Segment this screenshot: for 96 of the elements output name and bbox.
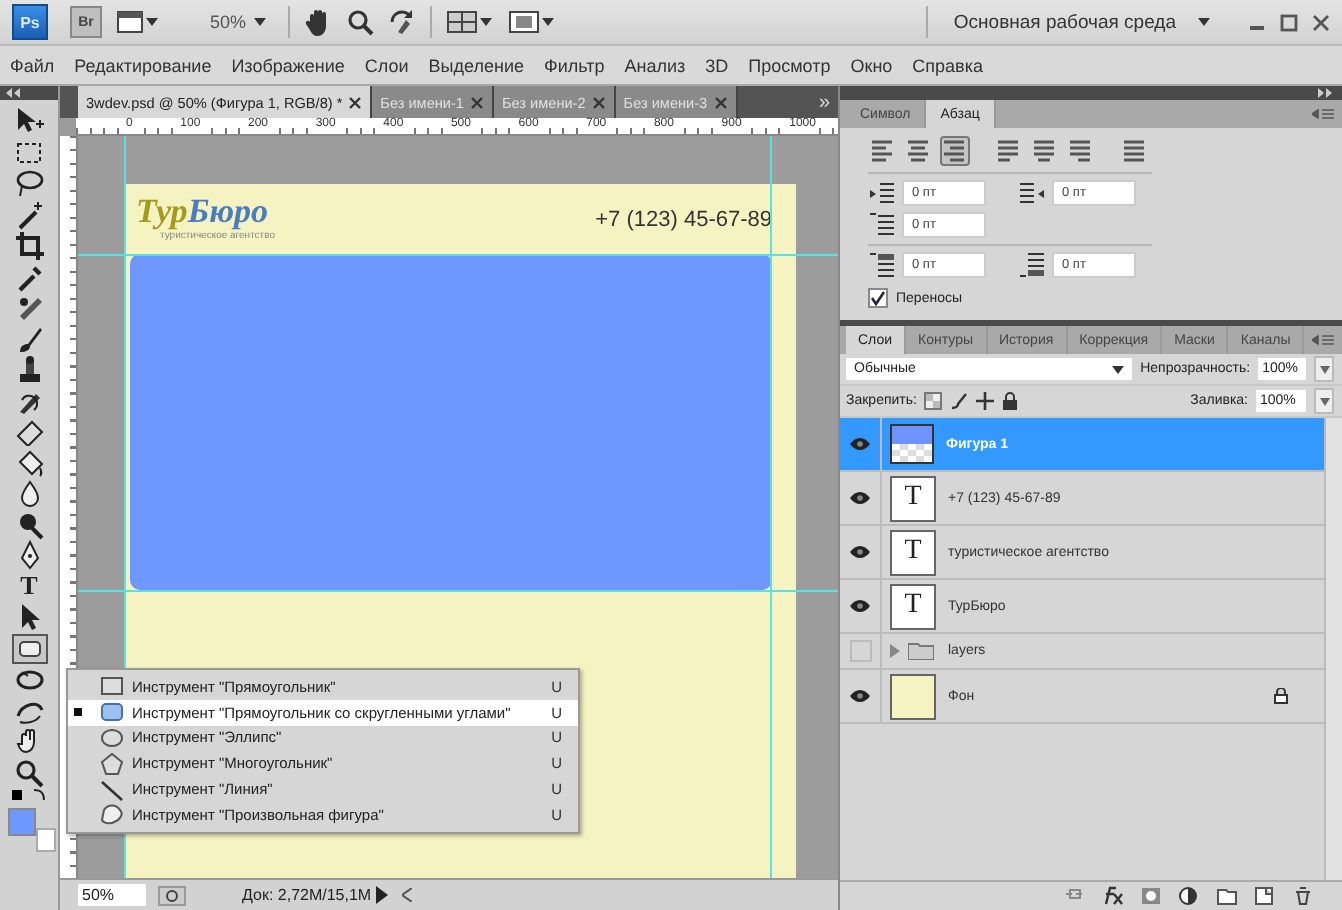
search-icon[interactable] — [346, 8, 375, 36]
new-group-icon[interactable] — [1216, 886, 1238, 906]
lock-icon[interactable] — [1002, 392, 1019, 410]
phone-number: +7 (123) 45-67-89 — [595, 208, 772, 232]
trash-icon[interactable] — [1292, 886, 1314, 906]
eye-icon[interactable] — [850, 546, 870, 558]
eraser-tool-icon[interactable] — [13, 416, 45, 447]
align-button[interactable] — [1118, 136, 1149, 166]
align-button[interactable] — [1064, 136, 1095, 166]
panel-menu-icon[interactable] — [1312, 107, 1334, 121]
new-layer-icon[interactable] — [1254, 886, 1276, 906]
lasso-tool-icon[interactable] — [13, 168, 45, 199]
arrange-icon[interactable] — [446, 10, 495, 34]
close-icon[interactable] — [591, 95, 606, 109]
opacity-slider-button[interactable] — [1314, 356, 1334, 382]
menu-item[interactable]: Просмотр — [748, 55, 831, 75]
shape-thumbnail — [890, 424, 934, 464]
custom-shape-icon — [100, 802, 124, 827]
space-after-icon — [1018, 252, 1046, 278]
fx-icon[interactable] — [1102, 886, 1124, 906]
maximize-icon[interactable] — [1280, 13, 1298, 31]
caret-icon — [1198, 18, 1210, 26]
app-logo[interactable]: Ps — [12, 4, 48, 40]
screen-mode-icon[interactable] — [508, 10, 557, 34]
preview-icon[interactable] — [158, 885, 186, 905]
tabs-overflow-button[interactable]: » — [810, 86, 838, 118]
crop-tool-icon[interactable] — [13, 230, 45, 261]
lock-move-icon[interactable] — [976, 392, 995, 410]
space-before-icon — [868, 252, 896, 278]
background-thumbnail — [890, 673, 936, 719]
menu-item[interactable]: Файл — [10, 55, 55, 75]
indent-left-icon — [868, 180, 896, 206]
rect-shape-icon — [100, 674, 124, 699]
ellipse-shape-icon — [100, 725, 124, 750]
bullet-icon — [74, 708, 82, 717]
scrollbar[interactable] — [1324, 418, 1342, 880]
caret-icon — [1319, 397, 1329, 405]
visibility-toggle[interactable] — [849, 640, 871, 662]
play-icon[interactable] — [374, 886, 390, 904]
type-tool[interactable]: T — [20, 572, 38, 601]
eye-icon[interactable] — [850, 600, 870, 612]
text-layer-thumbnail: T — [890, 529, 936, 575]
caret-icon — [1112, 365, 1125, 373]
marquee-tool-icon[interactable] — [13, 137, 45, 168]
eyedropper-icon[interactable] — [13, 261, 45, 292]
move-tool-icon[interactable] — [13, 106, 45, 137]
menu-item[interactable]: Слои — [364, 55, 409, 75]
close-icon[interactable] — [1312, 13, 1330, 31]
lock-brush-icon[interactable] — [950, 392, 969, 410]
zoom-dropdown[interactable]: 50% — [210, 12, 247, 32]
close-icon[interactable] — [469, 95, 484, 109]
eye-icon[interactable] — [850, 438, 870, 450]
swap-colors-icon[interactable] — [9, 788, 49, 804]
zoom-tool-icon[interactable] — [13, 757, 45, 788]
folder-icon — [908, 642, 934, 660]
workspace-dropdown[interactable]: Основная рабочая среда — [953, 11, 1176, 33]
caret-icon — [1319, 365, 1330, 373]
align-button[interactable] — [1029, 136, 1059, 166]
indent-right-icon — [1018, 180, 1046, 206]
rounded-shape-icon — [100, 700, 124, 725]
foreground-color-swatch[interactable] — [7, 808, 35, 836]
menu-item[interactable]: 3D — [705, 55, 729, 75]
align-button[interactable] — [993, 136, 1023, 166]
caret-icon — [254, 18, 267, 26]
eye-icon[interactable] — [850, 690, 870, 702]
lock-transparency-icon[interactable] — [924, 392, 943, 410]
menu-item[interactable]: Справка — [912, 55, 983, 75]
magic-wand-icon[interactable] — [13, 199, 45, 230]
panel-menu-icon[interactable] — [1312, 333, 1334, 347]
menu-item[interactable]: Окно — [850, 55, 893, 75]
mask-icon[interactable] — [1140, 886, 1162, 906]
menu-item[interactable]: Выделение — [428, 55, 524, 75]
menu-item[interactable]: Фильтр — [544, 55, 605, 75]
close-icon[interactable] — [713, 95, 728, 109]
screen-layout-icon[interactable] — [116, 10, 160, 34]
fill-slider-button[interactable] — [1314, 388, 1334, 414]
first-line-indent-icon — [868, 212, 896, 238]
menu-item[interactable]: Изображение — [231, 55, 345, 75]
align-button[interactable] — [903, 136, 934, 166]
line-shape-icon — [100, 777, 124, 802]
align-button[interactable] — [939, 136, 970, 166]
checkbox[interactable] — [868, 288, 888, 308]
close-icon[interactable] — [348, 95, 363, 109]
zoom-field[interactable]: 50% — [78, 884, 146, 906]
scroll-left-icon[interactable] — [402, 888, 412, 902]
background-color-swatch[interactable] — [35, 828, 55, 852]
logo-text: ТурБюро — [136, 194, 271, 230]
text-layer-thumbnail: T — [890, 583, 936, 629]
adjustment-icon[interactable] — [1178, 886, 1200, 906]
align-button[interactable] — [868, 136, 898, 166]
eye-icon[interactable] — [850, 492, 870, 504]
menu-item[interactable]: Редактирование — [74, 55, 212, 75]
rotate-icon[interactable] — [388, 8, 417, 36]
rounded-rectangle-tool-icon[interactable] — [11, 633, 47, 664]
text-layer-thumbnail: T — [890, 475, 936, 521]
menu-item[interactable]: Анализ — [624, 55, 686, 75]
